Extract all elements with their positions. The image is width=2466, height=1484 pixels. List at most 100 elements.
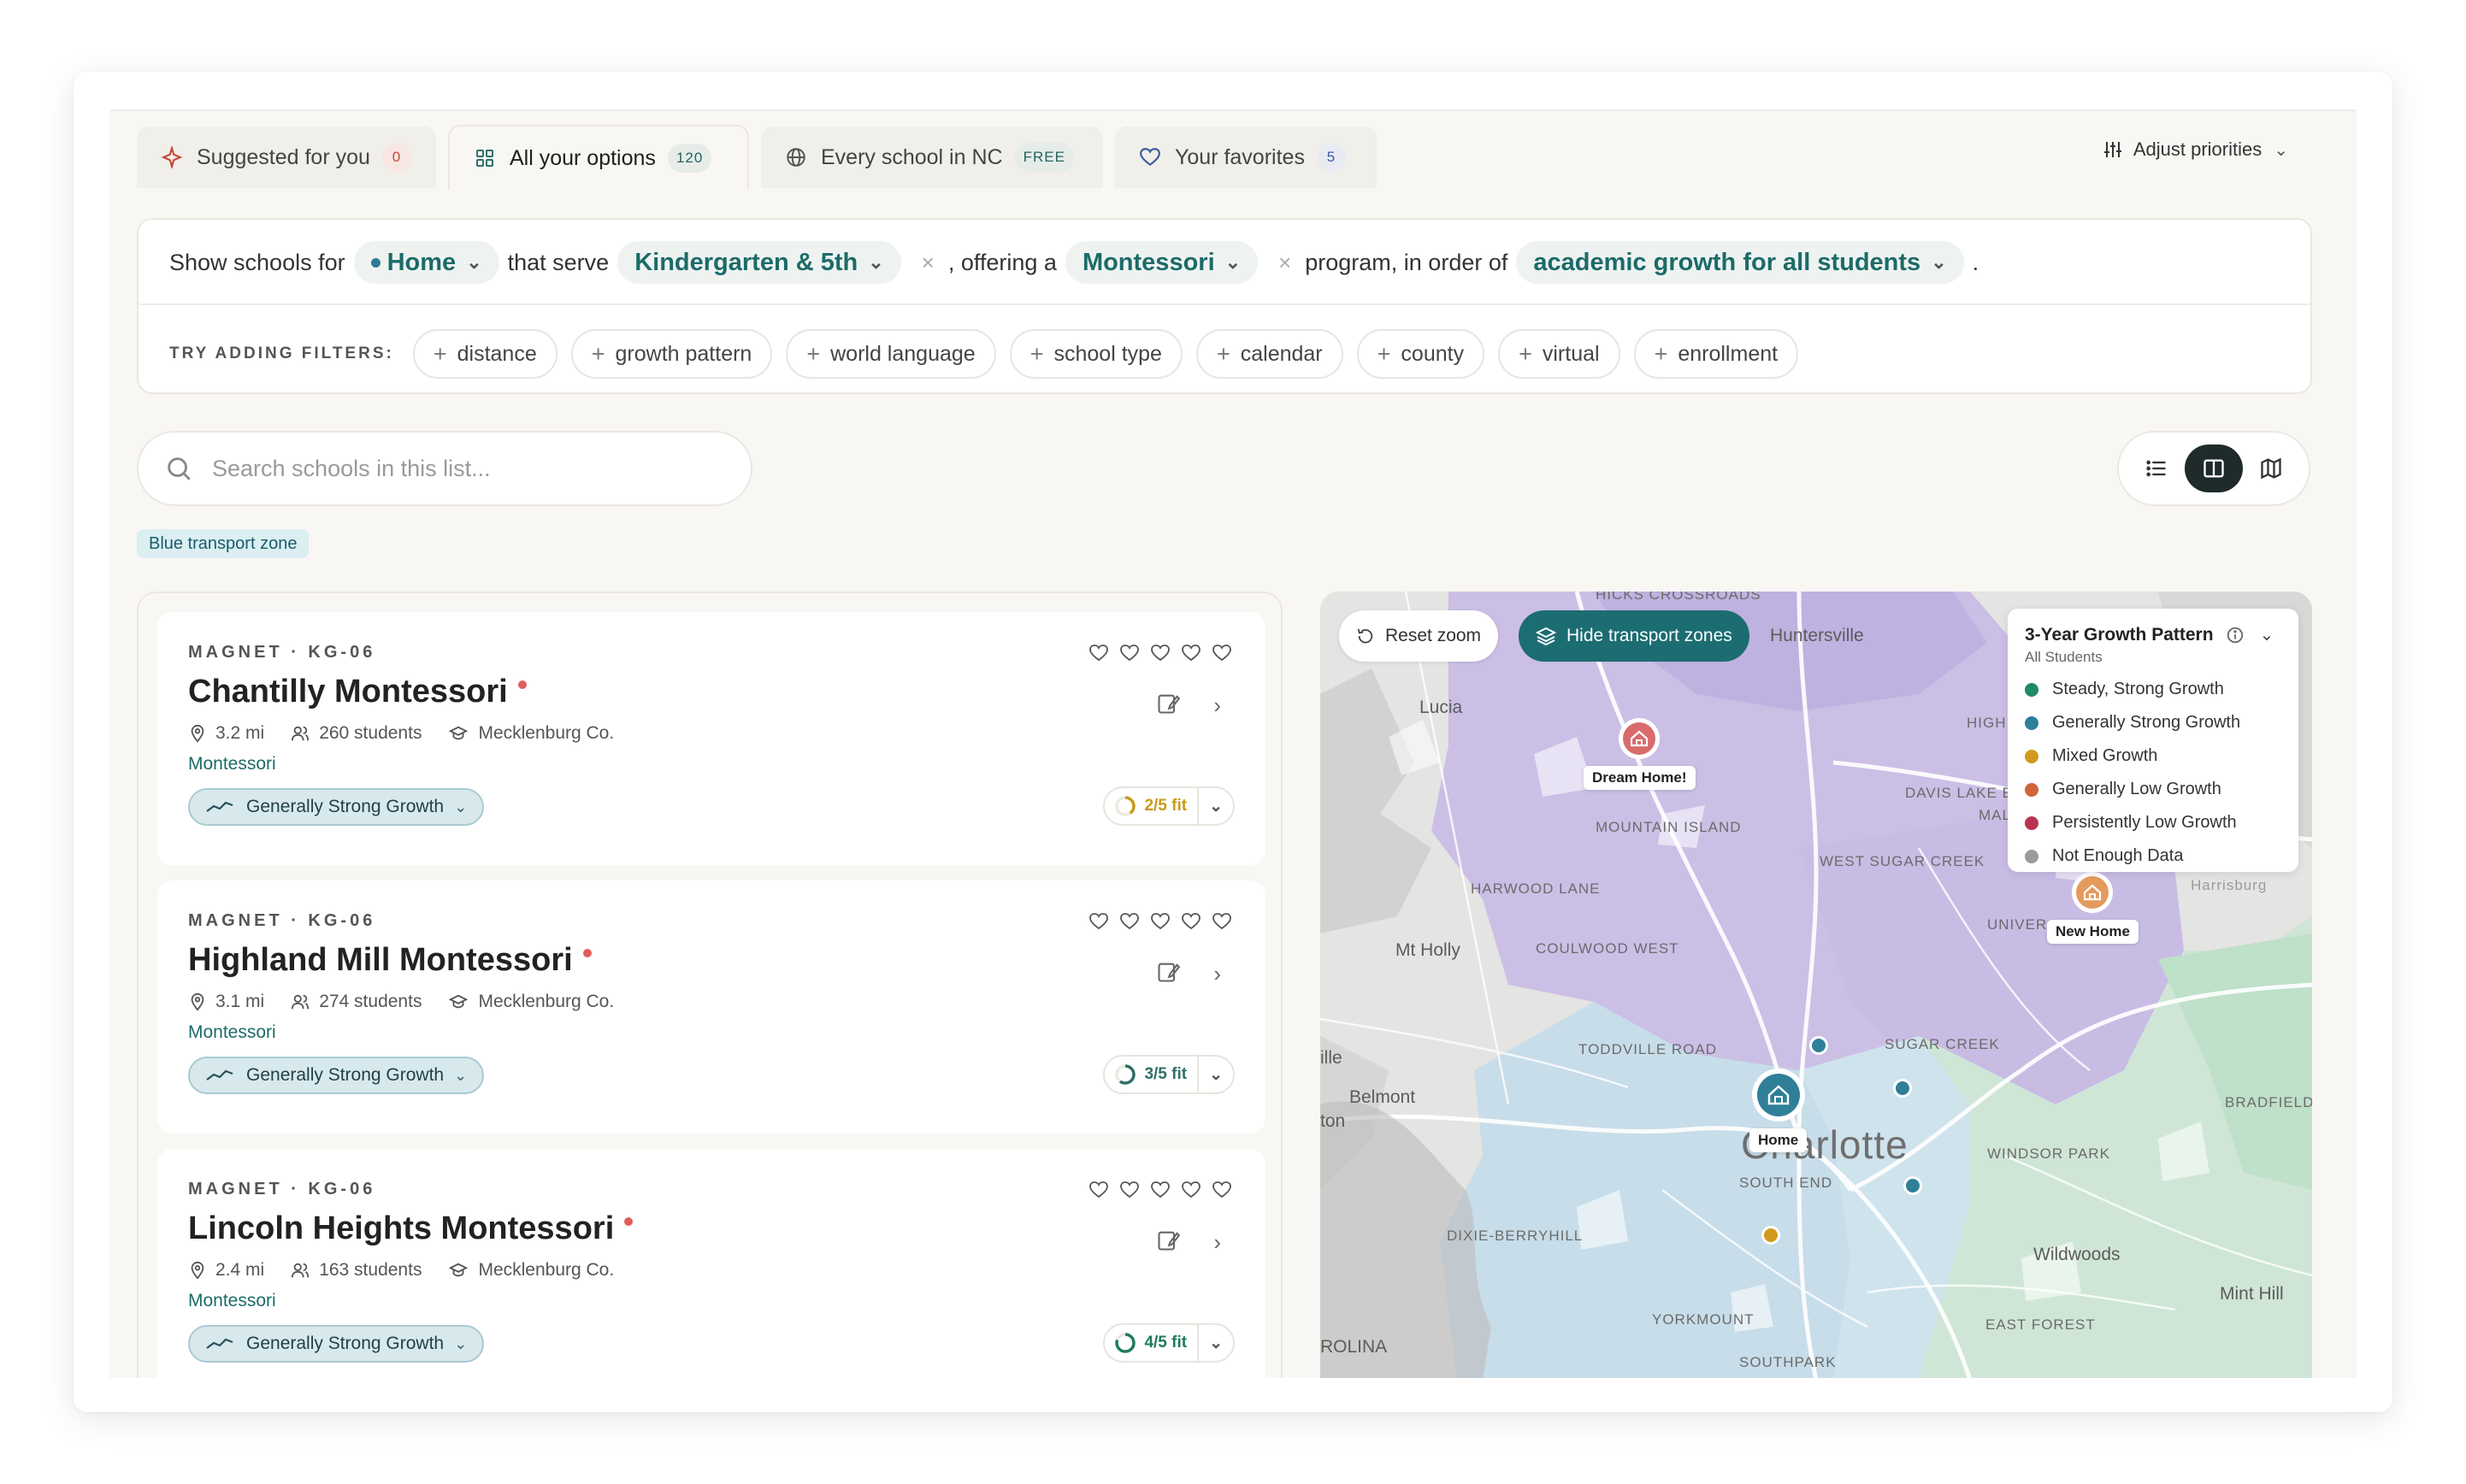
chevron-right-icon[interactable]: › bbox=[1213, 1229, 1221, 1256]
school-name[interactable]: Chantilly Montessori bbox=[188, 674, 527, 710]
filter-chip-calendar[interactable]: + calendar bbox=[1195, 329, 1343, 379]
school-name-text: Highland Mill Montessori bbox=[188, 942, 573, 978]
growth-pattern-dropdown[interactable]: Generally Strong Growth ⌄ bbox=[188, 788, 485, 826]
heart-icon[interactable] bbox=[1180, 1180, 1202, 1200]
fit-ring-icon bbox=[1115, 1333, 1136, 1353]
filter-chip-virtual[interactable]: + virtual bbox=[1498, 329, 1620, 379]
search-input[interactable]: Search schools in this list... bbox=[137, 431, 752, 506]
status-dot-icon bbox=[582, 948, 592, 957]
query-builder: Show schools for Home ⌄ that serve Kinde… bbox=[137, 218, 2312, 394]
heart-icon[interactable] bbox=[1211, 643, 1233, 663]
growth-pattern-dropdown[interactable]: Generally Strong Growth ⌄ bbox=[188, 1325, 485, 1363]
school-card[interactable]: MAGNET · KG-06 Lincoln Heights Montessor… bbox=[157, 1149, 1265, 1378]
note-edit-icon[interactable] bbox=[1156, 959, 1180, 985]
fit-score-button[interactable]: 2/5 fit ⌄ bbox=[1103, 786, 1235, 826]
heart-icon[interactable] bbox=[1088, 911, 1110, 932]
heart-icon[interactable] bbox=[1211, 1180, 1233, 1200]
school-marker[interactable] bbox=[1809, 1036, 1828, 1055]
split-view-icon bbox=[2203, 459, 2224, 478]
grades-value: Kindergarten & 5th bbox=[634, 248, 858, 276]
note-edit-icon[interactable] bbox=[1156, 1228, 1180, 1253]
rating-hearts[interactable] bbox=[1079, 911, 1233, 932]
map-label: TODDVILLE ROAD bbox=[1578, 1041, 1718, 1057]
heart-icon[interactable] bbox=[1149, 911, 1171, 932]
filter-chip-growth-pattern[interactable]: + growth pattern bbox=[570, 329, 773, 379]
grades-select[interactable]: Kindergarten & 5th ⌄ bbox=[617, 241, 901, 284]
location-select[interactable]: Home ⌄ bbox=[353, 241, 499, 284]
chevron-right-icon[interactable]: › bbox=[1213, 961, 1221, 987]
map-label: SUGAR CREEK bbox=[1885, 1036, 2000, 1052]
students-icon bbox=[292, 1263, 310, 1278]
map-label: ROLINA bbox=[1320, 1337, 1388, 1357]
map-view-button[interactable] bbox=[2243, 445, 2300, 492]
heart-icon[interactable] bbox=[1088, 1180, 1110, 1200]
school-meta: MAGNET · KG-06 bbox=[188, 643, 376, 662]
school-marker[interactable] bbox=[1761, 1226, 1780, 1245]
tab-suggested[interactable]: Suggested for you 0 bbox=[137, 127, 436, 188]
tab-all-options[interactable]: All your options 120 bbox=[448, 125, 749, 190]
new-home-pin[interactable]: New Home bbox=[2047, 870, 2139, 944]
home-pin[interactable]: Home bbox=[1749, 1067, 1808, 1152]
order-select[interactable]: academic growth for all students ⌄ bbox=[1516, 241, 1964, 284]
school-name[interactable]: Lincoln Heights Montessori bbox=[188, 1210, 634, 1247]
rating-hearts[interactable] bbox=[1079, 1180, 1233, 1200]
school-marker[interactable] bbox=[1893, 1079, 1912, 1098]
heart-icon[interactable] bbox=[1149, 643, 1171, 663]
heart-icon[interactable] bbox=[1180, 911, 1202, 932]
filter-chip-school-type[interactable]: + school type bbox=[1009, 329, 1183, 379]
filter-chip-county[interactable]: + county bbox=[1356, 329, 1485, 379]
info-icon[interactable] bbox=[2226, 626, 2245, 645]
map-label: Mt Holly bbox=[1395, 940, 1460, 960]
school-stats: 2.4 mi 163 students Mecklenburg Co. bbox=[188, 1260, 640, 1281]
map-label: COULWOOD WEST bbox=[1536, 940, 1679, 957]
growth-pattern-dropdown[interactable]: Generally Strong Growth ⌄ bbox=[188, 1057, 485, 1094]
tab-every-school[interactable]: Every school in NC FREE bbox=[761, 127, 1103, 188]
legend-item: Steady, Strong Growth bbox=[2025, 680, 2281, 699]
students-icon bbox=[292, 994, 310, 1010]
split-view-button[interactable] bbox=[2185, 445, 2243, 492]
legend-dot-icon bbox=[2025, 816, 2038, 830]
plus-icon: + bbox=[806, 340, 821, 367]
heart-icon[interactable] bbox=[1180, 643, 1202, 663]
clear-grades-icon[interactable]: × bbox=[922, 250, 935, 276]
school-map[interactable]: HICKS CROSSROADS Huntersville Lucia MOUN… bbox=[1320, 592, 2312, 1378]
filter-chip-enrollment[interactable]: + enrollment bbox=[1633, 329, 1799, 379]
school-county: Mecklenburg Co. bbox=[478, 723, 615, 743]
filter-chip-label: calendar bbox=[1240, 341, 1323, 366]
filter-chip-world-language[interactable]: + world language bbox=[786, 329, 996, 379]
heart-icon[interactable] bbox=[1088, 643, 1110, 663]
note-edit-icon[interactable] bbox=[1156, 691, 1180, 716]
adjust-priorities-button[interactable]: Adjust priorities ⌄ bbox=[2103, 138, 2288, 161]
query-offering-text: , offering a bbox=[947, 249, 1057, 275]
legend-dot-icon bbox=[2025, 716, 2038, 730]
reset-zoom-button[interactable]: Reset zoom bbox=[1339, 610, 1499, 662]
dream-home-pin[interactable]: Dream Home! bbox=[1584, 716, 1696, 790]
filter-chip-distance[interactable]: + distance bbox=[412, 329, 558, 379]
chevron-down-icon: ⌄ bbox=[1209, 797, 1223, 816]
heart-icon[interactable] bbox=[1118, 911, 1141, 932]
program-select[interactable]: Montessori ⌄ bbox=[1065, 241, 1259, 284]
plus-icon: + bbox=[1654, 340, 1668, 367]
fit-score-label: 3/5 fit bbox=[1144, 1065, 1188, 1083]
fit-score-button[interactable]: 3/5 fit ⌄ bbox=[1103, 1055, 1235, 1094]
map-label: Lucia bbox=[1419, 698, 1463, 717]
heart-icon[interactable] bbox=[1149, 1180, 1171, 1200]
chevron-down-icon[interactable]: ⌄ bbox=[2260, 624, 2274, 645]
heart-icon[interactable] bbox=[1118, 643, 1141, 663]
legend-label: Persistently Low Growth bbox=[2052, 813, 2237, 832]
school-card[interactable]: MAGNET · KG-06 Highland Mill Montessori … bbox=[157, 880, 1265, 1134]
divider bbox=[139, 303, 2310, 305]
fit-score-button[interactable]: 4/5 fit ⌄ bbox=[1103, 1323, 1235, 1363]
heart-icon[interactable] bbox=[1211, 911, 1233, 932]
school-card[interactable]: MAGNET · KG-06 Chantilly Montessori 3.2 … bbox=[157, 612, 1265, 865]
rating-hearts[interactable] bbox=[1079, 643, 1233, 663]
main-panel: Suggested for you 0 All your options 120… bbox=[109, 109, 2357, 1378]
school-marker[interactable] bbox=[1903, 1176, 1922, 1195]
clear-program-icon[interactable]: × bbox=[1278, 250, 1291, 276]
hide-transport-zones-button[interactable]: Hide transport zones bbox=[1519, 610, 1749, 662]
list-view-button[interactable] bbox=[2127, 445, 2185, 492]
chevron-right-icon[interactable]: › bbox=[1213, 692, 1221, 719]
heart-icon[interactable] bbox=[1118, 1180, 1141, 1200]
tab-favorites[interactable]: Your favorites 5 bbox=[1115, 127, 1377, 188]
school-name[interactable]: Highland Mill Montessori bbox=[188, 942, 592, 979]
